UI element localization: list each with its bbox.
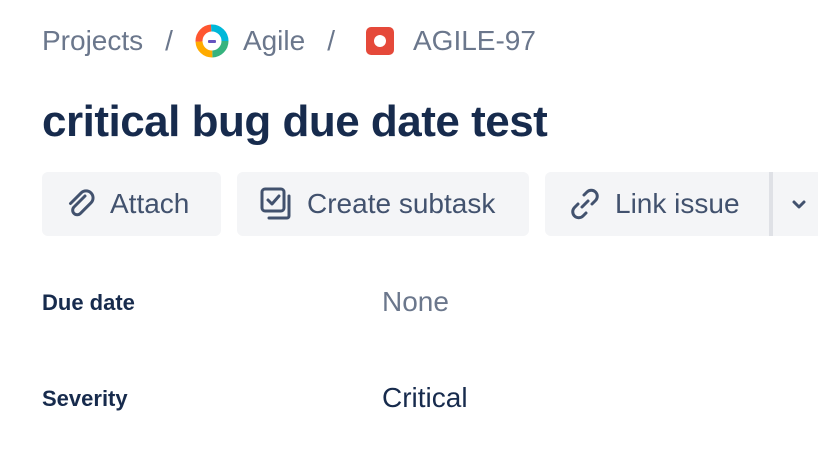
subtask-icon [259, 186, 295, 222]
issue-title[interactable]: critical bug due date test [42, 94, 548, 150]
breadcrumb-separator: / [165, 25, 173, 56]
create-subtask-button[interactable]: Create subtask [237, 172, 529, 236]
issue-toolbar: Attach Create subtask Link issue [42, 172, 818, 236]
bug-icon [365, 26, 395, 56]
link-icon [567, 186, 603, 222]
link-issue-button[interactable]: Link issue [545, 172, 769, 236]
breadcrumb: Projects / Agile / AGILE-97 [42, 22, 536, 60]
paperclip-icon [64, 187, 98, 221]
issue-view: Projects / Agile / AGILE-97 critical bug… [0, 0, 818, 452]
severity-value[interactable]: Critical [382, 382, 468, 414]
breadcrumb-issue-link[interactable]: AGILE-97 [365, 25, 536, 57]
breadcrumb-issue-key: AGILE-97 [412, 25, 536, 56]
create-subtask-button-label: Create subtask [307, 188, 496, 219]
link-issue-more-button[interactable] [773, 172, 818, 236]
severity-label: Severity [42, 386, 128, 411]
breadcrumb-project-label: Agile [242, 25, 306, 56]
breadcrumb-projects-link[interactable]: Projects [42, 25, 143, 57]
attach-button[interactable]: Attach [42, 172, 221, 236]
agile-project-avatar-icon [195, 24, 229, 58]
attach-button-label: Attach [110, 188, 190, 219]
link-issue-button-label: Link issue [615, 188, 740, 219]
link-issue-button-group: Link issue [545, 172, 818, 236]
due-date-value[interactable]: None [382, 286, 449, 318]
chevron-down-icon [790, 195, 808, 213]
breadcrumb-project-link[interactable]: Agile [195, 24, 305, 58]
breadcrumb-separator: / [327, 25, 335, 56]
due-date-label: Due date [42, 290, 135, 315]
